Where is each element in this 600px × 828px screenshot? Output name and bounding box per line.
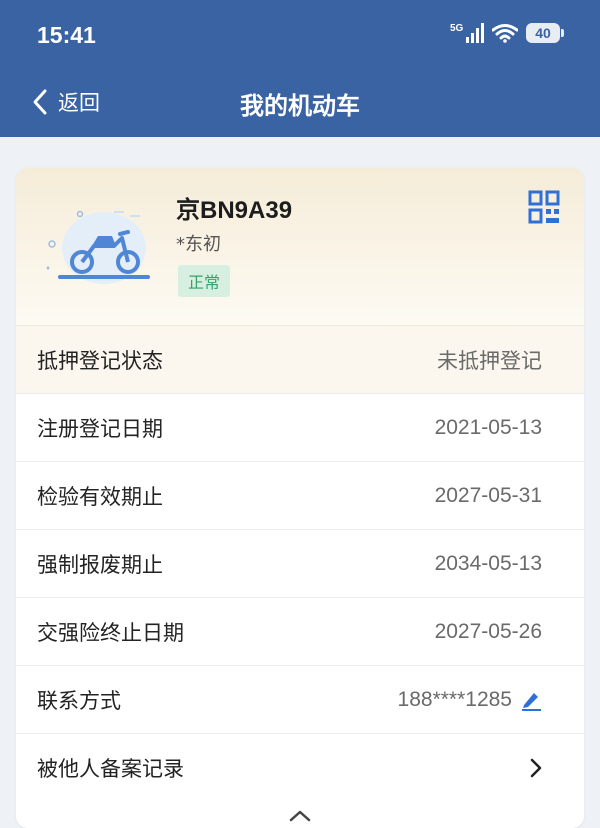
status-icons: 5G 40 [450, 22, 564, 44]
plate-number: 京BN9A39 [176, 197, 293, 224]
chevron-up-icon[interactable] [289, 806, 311, 822]
row-label: 检验有效期止 [37, 484, 163, 509]
inspection-valid-row: 检验有效期止 2027-05-31 [16, 461, 584, 529]
insurance-end-row: 交强险终止日期 2027-05-26 [16, 597, 584, 665]
network-type-label: 5G [450, 23, 464, 34]
chevron-right-icon [530, 758, 542, 777]
contact-value: 188****1285 [398, 688, 542, 712]
scrap-deadline-row: 强制报废期止 2034-05-13 [16, 529, 584, 597]
vehicle-summary: 京BN9A39 *东初 正常 [16, 168, 584, 325]
row-label: 被他人备案记录 [37, 756, 184, 781]
motorcycle-icon [46, 210, 150, 284]
phone-number: 188****1285 [397, 687, 512, 711]
row-value: 2034-05-13 [434, 551, 542, 575]
battery-indicator: 40 [526, 23, 564, 43]
edit-icon[interactable] [520, 689, 542, 711]
mortgage-status-row: 抵押登记状态 未抵押登记 [16, 325, 584, 393]
qr-code-icon[interactable] [528, 190, 560, 224]
row-value: 未抵押登记 [437, 348, 542, 373]
row-label: 联系方式 [37, 688, 121, 713]
navigation-bar: 返回 我的机动车 [0, 68, 600, 137]
status-bar: 15:41 5G 40 [0, 0, 600, 68]
row-label: 抵押登记状态 [37, 348, 163, 373]
owner-name: *东初 [176, 234, 221, 255]
status-badge: 正常 [178, 265, 231, 297]
cellular-signal-icon: 5G [450, 23, 484, 43]
registration-date-row: 注册登记日期 2021-05-13 [16, 393, 584, 461]
contact-row: 联系方式 188****1285 [16, 665, 584, 733]
page-title: 我的机动车 [240, 92, 360, 120]
status-time: 15:41 [37, 22, 96, 48]
row-value: 2021-05-13 [434, 415, 542, 439]
row-value: 2027-05-26 [434, 619, 542, 643]
row-value: 2027-05-31 [434, 483, 542, 507]
row-label: 交强险终止日期 [37, 620, 184, 645]
wifi-icon [492, 24, 518, 43]
others-filing-record-row[interactable]: 被他人备案记录 [16, 733, 584, 801]
vehicle-card: 京BN9A39 *东初 正常 抵押登记状态 未抵押登记 注册登记日期 2021-… [16, 168, 584, 828]
app-header: 15:41 5G 40 返回 我的机动车 [0, 0, 600, 137]
row-label: 强制报废期止 [37, 552, 163, 577]
row-label: 注册登记日期 [37, 416, 163, 441]
